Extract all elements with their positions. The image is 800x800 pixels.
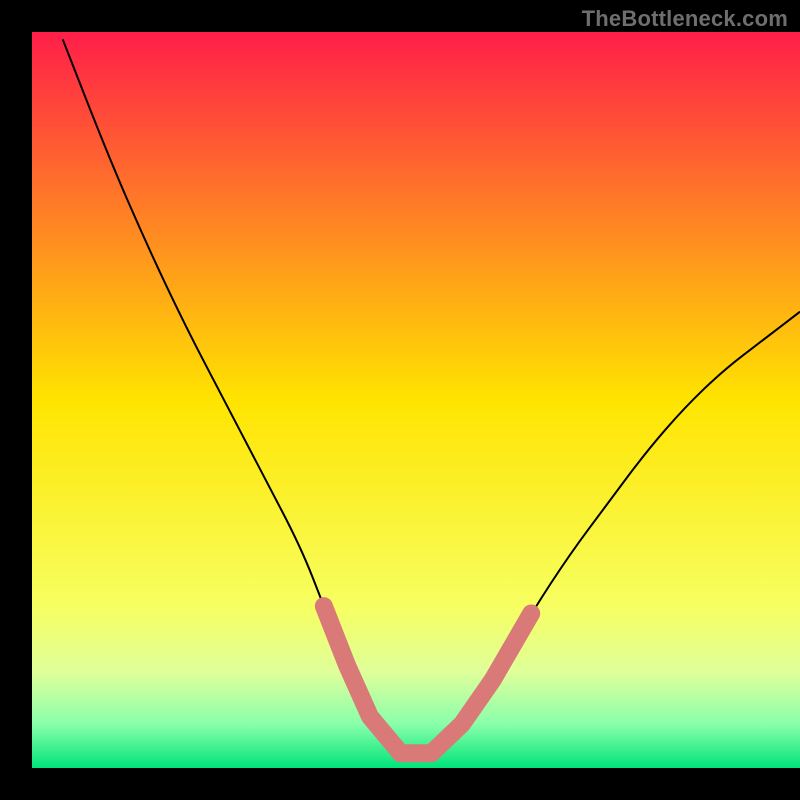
bottleneck-chart <box>0 0 800 800</box>
chart-frame: TheBottleneck.com <box>0 0 800 800</box>
plot-background <box>32 32 800 768</box>
watermark-text: TheBottleneck.com <box>582 6 788 32</box>
